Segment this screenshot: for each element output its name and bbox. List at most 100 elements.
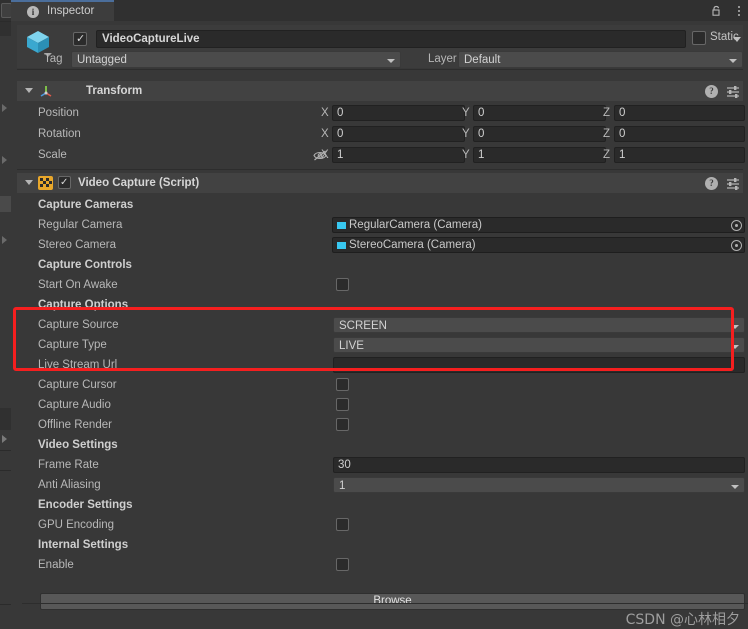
check-icon: ✓ (76, 33, 86, 45)
chevron-right-icon[interactable] (2, 435, 7, 443)
property-row-offline-render: Offline Render (11, 415, 748, 435)
hierarchy-row-edge[interactable] (0, 152, 11, 168)
checkbox-enable[interactable] (336, 558, 349, 571)
video-capture-title: Video Capture (Script) (78, 177, 200, 189)
object-field-value: RegularCamera (Camera) (349, 219, 482, 231)
checkbox-offline-render[interactable] (336, 418, 349, 431)
check-icon: ✓ (60, 177, 69, 188)
gameobject-name-field[interactable]: VideoCaptureLive (96, 30, 686, 48)
hierarchy-row-edge[interactable] (0, 408, 11, 430)
property-row-capture-audio: Capture Audio (11, 395, 748, 415)
transform-field-position-y[interactable]: 0 (473, 105, 606, 121)
axis-label-x: X (321, 149, 329, 161)
property-row-anti-aliasing: Anti Aliasing 1 (11, 475, 748, 495)
transform-field-scale-y[interactable]: 1 (473, 147, 606, 163)
section-header-capture-controls: Capture Controls (11, 255, 748, 275)
property-label: Capture Cursor (38, 379, 117, 391)
property-label: Live Stream Url (38, 359, 118, 371)
checkbox-start-on-awake[interactable] (336, 278, 349, 291)
static-checkbox[interactable] (692, 31, 706, 45)
checkbox-capture-audio[interactable] (336, 398, 349, 411)
section-header-label: Internal Settings (38, 539, 129, 551)
tag-value: Untagged (77, 54, 127, 66)
transform-row: Rotation X 0 Y 0 Z 0 (11, 124, 748, 144)
object-field-regular-camera[interactable]: RegularCamera (Camera) (332, 217, 745, 233)
transform-component-header[interactable]: Transform ? (17, 81, 743, 101)
property-row-start-on-awake: Start On Awake (11, 275, 748, 295)
tab-inspector-label: Inspector (47, 5, 95, 17)
transform-field-scale-x[interactable]: 1 (332, 147, 465, 163)
section-header-label: Capture Options (38, 299, 129, 311)
axis-label-y: Y (462, 149, 470, 161)
section-header-video-settings: Video Settings (11, 435, 748, 455)
help-icon[interactable]: ? (705, 85, 718, 98)
preset-settings-icon[interactable] (726, 85, 740, 98)
object-field-stereo-camera[interactable]: StereoCamera (Camera) (332, 237, 745, 253)
hierarchy-row-edge[interactable] (0, 232, 11, 248)
transform-field-rotation-x[interactable]: 0 (332, 126, 465, 142)
watermark-text: CSDN @心林相夕 (625, 612, 740, 628)
axis-label-z: Z (603, 128, 611, 140)
chevron-right-icon[interactable] (2, 156, 7, 164)
static-dropdown-icon[interactable] (733, 37, 741, 42)
inspector-tab-bar: i Inspector (11, 0, 748, 21)
property-row-capture-source: Capture Source SCREEN (11, 315, 748, 335)
tab-inspector[interactable]: i Inspector (11, 0, 114, 21)
transform-axis-icon (39, 84, 53, 98)
gameobject-enabled-checkbox[interactable]: ✓ (73, 32, 87, 46)
foldout-icon[interactable] (25, 180, 33, 185)
lock-open-icon[interactable] (711, 4, 723, 17)
object-picker-icon[interactable] (731, 240, 742, 251)
checkbox-capture-cursor[interactable] (336, 378, 349, 391)
property-label: Capture Type (38, 339, 107, 351)
kebab-menu-icon[interactable] (733, 4, 745, 17)
section-header-capture-options: Capture Options (11, 295, 748, 315)
transform-row: Scale X 1 Y 1 Z 1 (11, 145, 748, 165)
hierarchy-toolbar-edge (0, 0, 12, 21)
dropdown-capture-type[interactable]: LIVE (333, 337, 745, 353)
preset-settings-icon[interactable] (726, 177, 740, 190)
hierarchy-row-edge[interactable] (0, 432, 11, 448)
chevron-down-icon (387, 59, 395, 63)
property-row-frame-rate: Frame Rate 30 (11, 455, 748, 475)
transform-field-position-z[interactable]: 0 (614, 105, 745, 121)
property-row-live-stream-url: Live Stream Url (11, 355, 748, 375)
browse-button-label: Browse (373, 595, 412, 607)
kebab-menu-icon[interactable] (744, 85, 748, 98)
dropdown-anti-aliasing[interactable]: 1 (333, 477, 745, 493)
hierarchy-row-edge[interactable] (0, 100, 11, 116)
help-icon[interactable]: ? (705, 177, 718, 190)
transform-title: Transform (86, 85, 143, 97)
object-picker-icon[interactable] (731, 220, 742, 231)
text-field-frame-rate[interactable]: 30 (333, 457, 745, 473)
checkbox-gpu-encoding[interactable] (336, 518, 349, 531)
transform-field-rotation-z[interactable]: 0 (614, 126, 745, 142)
chevron-right-icon[interactable] (2, 236, 7, 244)
kebab-menu-icon[interactable] (744, 177, 748, 190)
text-field-live-stream-url[interactable] (333, 357, 745, 373)
transform-row-label: Position (38, 107, 79, 119)
transform-field-rotation-y[interactable]: 0 (473, 126, 606, 142)
layer-dropdown[interactable]: Default (458, 51, 743, 68)
property-label: Enable (38, 559, 74, 571)
chevron-down-icon (729, 59, 737, 63)
video-capture-component-header[interactable]: ✓ Video Capture (Script) ? (17, 173, 743, 193)
transform-field-scale-z[interactable]: 1 (614, 147, 745, 163)
dropdown-capture-source[interactable]: SCREEN (333, 317, 745, 333)
axis-label-y: Y (462, 128, 470, 140)
hierarchy-panel-edge (0, 0, 12, 615)
transform-field-position-x[interactable]: 0 (332, 105, 465, 121)
section-header-label: Capture Cameras (38, 199, 134, 211)
transform-row: Position X 0 Y 0 Z 0 (11, 103, 748, 123)
hierarchy-row-selected-edge[interactable] (0, 196, 11, 212)
transform-row-label: Rotation (38, 128, 81, 140)
layer-label: Layer (428, 53, 457, 65)
property-label: Frame Rate (38, 459, 99, 471)
tag-dropdown[interactable]: Untagged (71, 51, 401, 68)
browse-button[interactable]: Browse (40, 593, 745, 610)
chevron-right-icon[interactable] (2, 104, 7, 112)
tag-label: Tag (44, 53, 63, 65)
component-enabled-checkbox[interactable]: ✓ (58, 176, 71, 189)
hierarchy-row-edge[interactable] (0, 22, 11, 36)
foldout-icon[interactable] (25, 88, 33, 93)
